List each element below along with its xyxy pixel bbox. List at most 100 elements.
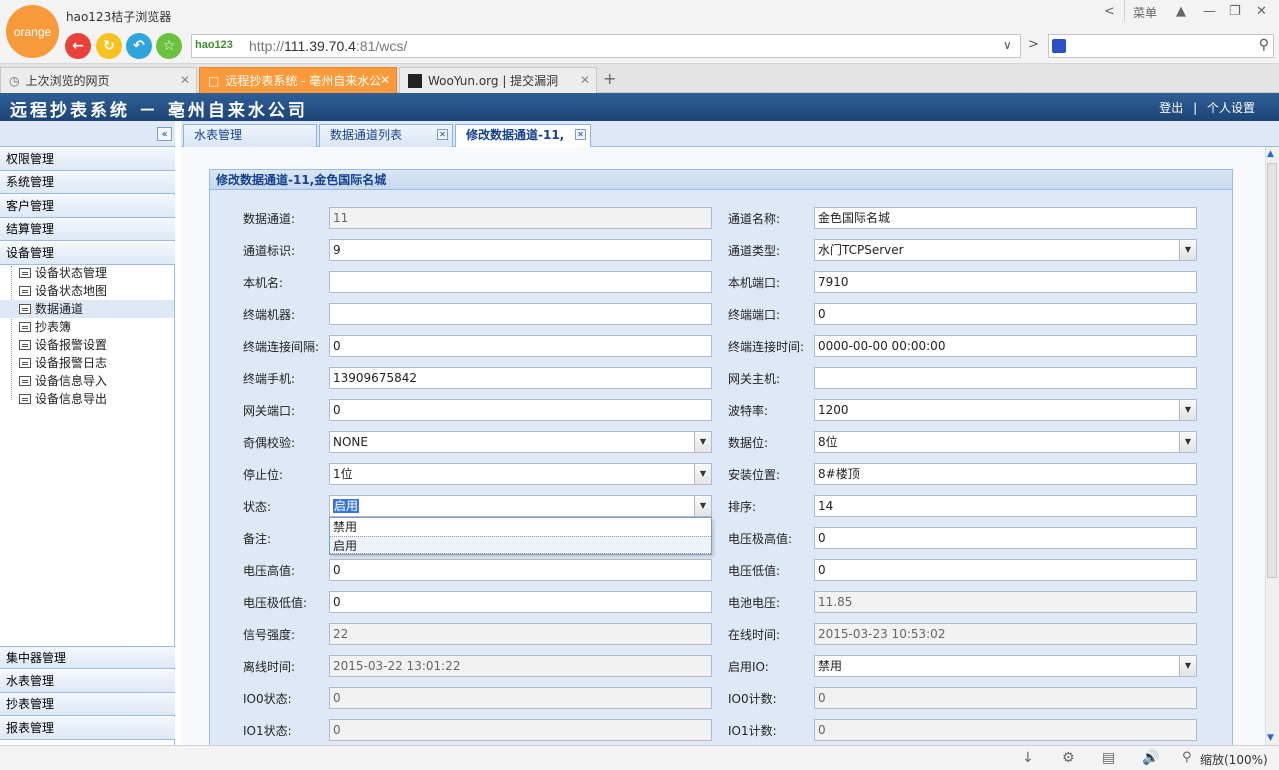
- text-field[interactable]: 14: [814, 495, 1197, 517]
- tab-close-icon[interactable]: ✕: [437, 129, 448, 140]
- monitor-icon[interactable]: ▤: [1102, 750, 1115, 766]
- field-label: 本机端口:: [728, 276, 781, 290]
- sidebar-section-device[interactable]: 设备管理: [0, 242, 175, 265]
- back-icon[interactable]: ←: [65, 33, 91, 59]
- menu-button[interactable]: 菜单: [1133, 4, 1157, 21]
- chevron-left-icon[interactable]: <: [1104, 4, 1115, 19]
- select-field[interactable]: 1位 ▼: [329, 463, 712, 485]
- sidebar-section-customer[interactable]: 客户管理: [0, 195, 175, 218]
- chevron-down-icon[interactable]: ∨: [1003, 38, 1012, 52]
- text-field[interactable]: 7910: [814, 271, 1197, 293]
- tab-close-icon[interactable]: ✕: [180, 73, 190, 87]
- maximize-icon[interactable]: ❐: [1229, 4, 1241, 19]
- select-field[interactable]: 8位 ▼: [814, 431, 1197, 453]
- text-field[interactable]: 0: [329, 559, 712, 581]
- browser-tab-history[interactable]: ◷ 上次浏览的网页 ✕: [0, 67, 197, 93]
- pin-icon[interactable]: ▲: [1176, 4, 1186, 19]
- favorite-star-icon[interactable]: ☆: [156, 33, 182, 59]
- tab-close-icon[interactable]: ✕: [380, 73, 390, 87]
- search-icon[interactable]: ⚲: [1259, 37, 1269, 53]
- text-field: 11.85: [814, 591, 1197, 613]
- sidebar-section-water-meter[interactable]: 水表管理: [0, 670, 175, 693]
- zoom-icon[interactable]: ⚲: [1182, 750, 1192, 765]
- sidebar-item-alarm-log[interactable]: 设备报警日志: [0, 354, 174, 372]
- minimize-icon[interactable]: —: [1203, 4, 1216, 19]
- select-field[interactable]: 启用 ▼: [329, 495, 712, 517]
- sidebar-section-settlement[interactable]: 结算管理: [0, 218, 175, 241]
- download-icon[interactable]: ↓: [1022, 750, 1034, 766]
- browser-tab-active[interactable]: □ 远程抄表系统 - 亳州自来水公 ✕: [199, 67, 397, 93]
- refresh-icon[interactable]: ↻: [96, 33, 122, 59]
- scrollbar-thumb[interactable]: [1267, 163, 1277, 578]
- app-title: 远程抄表系统 － 亳州自来水公司: [10, 101, 308, 121]
- tab-data-channel-list[interactable]: 数据通道列表 ✕: [319, 124, 453, 147]
- url-prefix: http://: [249, 38, 285, 54]
- browser-tab-wooyun[interactable]: WooYun.org | 提交漏洞 ✕: [399, 67, 597, 93]
- sidebar-section-concentrator[interactable]: 集中器管理: [0, 646, 175, 669]
- gear-icon[interactable]: ⚙: [1062, 750, 1075, 766]
- close-icon[interactable]: ✕: [1256, 4, 1267, 19]
- text-field[interactable]: 0: [814, 527, 1197, 549]
- zoom-level[interactable]: 缩放(100%): [1200, 751, 1268, 768]
- dropdown-option[interactable]: 禁用: [330, 518, 711, 536]
- scroll-up-icon[interactable]: ▲: [1267, 149, 1274, 159]
- field-label: 备注:: [243, 532, 272, 546]
- chevron-down-icon[interactable]: ▼: [1179, 656, 1196, 676]
- profile-link[interactable]: 个人设置: [1207, 101, 1255, 115]
- dropdown-option[interactable]: 启用: [330, 536, 711, 554]
- text-field[interactable]: 0: [814, 559, 1197, 581]
- tab-close-icon[interactable]: ✕: [580, 73, 590, 87]
- sidebar-item-device-status[interactable]: 设备状态管理: [0, 264, 174, 282]
- text-field[interactable]: [814, 367, 1197, 389]
- tab-close-icon[interactable]: ✕: [575, 129, 586, 140]
- search-input[interactable]: ⚲: [1048, 34, 1274, 58]
- text-field[interactable]: 8#楼顶: [814, 463, 1197, 485]
- field-label: 数据通道:: [243, 212, 296, 226]
- separator: |: [1193, 101, 1198, 115]
- chevron-down-icon[interactable]: ▼: [1179, 432, 1196, 452]
- sidebar-item-export[interactable]: 设备信息导出: [0, 390, 174, 408]
- text-field[interactable]: 0000-00-00 00:00:00: [814, 335, 1197, 357]
- chevron-down-icon[interactable]: ▼: [694, 464, 711, 484]
- text-field[interactable]: [329, 271, 712, 293]
- sidebar-item-meter-book[interactable]: 抄表簿: [0, 318, 174, 336]
- undo-icon[interactable]: ↶: [126, 33, 152, 59]
- tab-water-meter[interactable]: 水表管理: [183, 124, 317, 147]
- select-field[interactable]: NONE ▼: [329, 431, 712, 453]
- chevron-down-icon[interactable]: ▼: [694, 432, 711, 452]
- text-field: 22: [329, 623, 712, 645]
- forward-icon[interactable]: >: [1028, 37, 1039, 52]
- sidebar-item-alarm-settings[interactable]: 设备报警设置: [0, 336, 174, 354]
- tab-edit-data-channel[interactable]: 修改数据通道-11, ✕: [455, 124, 591, 147]
- logout-link[interactable]: 登出: [1159, 101, 1183, 115]
- select-field[interactable]: 1200 ▼: [814, 399, 1197, 421]
- sidebar-section-system[interactable]: 系统管理: [0, 171, 175, 194]
- scroll-down-icon[interactable]: ▼: [1267, 733, 1274, 743]
- text-field[interactable]: 0: [814, 303, 1197, 325]
- new-tab-icon[interactable]: +: [603, 69, 616, 88]
- sidebar-item-label: 设备状态管理: [35, 266, 108, 280]
- field-label: 安装位置:: [728, 468, 781, 482]
- collapse-icon[interactable]: «: [157, 127, 172, 141]
- text-field[interactable]: 13909675842: [329, 367, 712, 389]
- text-field[interactable]: 9: [329, 239, 712, 261]
- select-field[interactable]: 禁用 ▼: [814, 655, 1197, 677]
- sidebar-section-permission[interactable]: 权限管理: [0, 148, 175, 171]
- text-field[interactable]: 0: [329, 399, 712, 421]
- sidebar-item-import[interactable]: 设备信息导入: [0, 372, 174, 390]
- chevron-down-icon[interactable]: ▼: [1179, 240, 1196, 260]
- text-field[interactable]: [329, 303, 712, 325]
- chevron-down-icon[interactable]: ▼: [1179, 400, 1196, 420]
- text-field[interactable]: 金色国际名城: [814, 207, 1197, 229]
- sidebar-section-meter-reading[interactable]: 抄表管理: [0, 693, 175, 716]
- select-field[interactable]: 水门TCPServer ▼: [814, 239, 1197, 261]
- sidebar-item-data-channel[interactable]: 数据通道: [0, 300, 174, 318]
- chevron-down-icon[interactable]: ▼: [694, 496, 711, 516]
- address-bar[interactable]: hao123 http://111.39.70.4:81/wcs/: [191, 34, 1021, 58]
- sidebar-item-device-map[interactable]: 设备状态地图: [0, 282, 174, 300]
- edit-form-panel: 修改数据通道-11,金色国际名城 数据通道: 11 通道名称: 金色国际名城 通道标识:…: [209, 169, 1233, 745]
- text-field[interactable]: 0: [329, 335, 712, 357]
- speaker-icon[interactable]: 🔊: [1142, 750, 1159, 766]
- text-field[interactable]: 0: [329, 591, 712, 613]
- sidebar-section-report[interactable]: 报表管理: [0, 717, 175, 740]
